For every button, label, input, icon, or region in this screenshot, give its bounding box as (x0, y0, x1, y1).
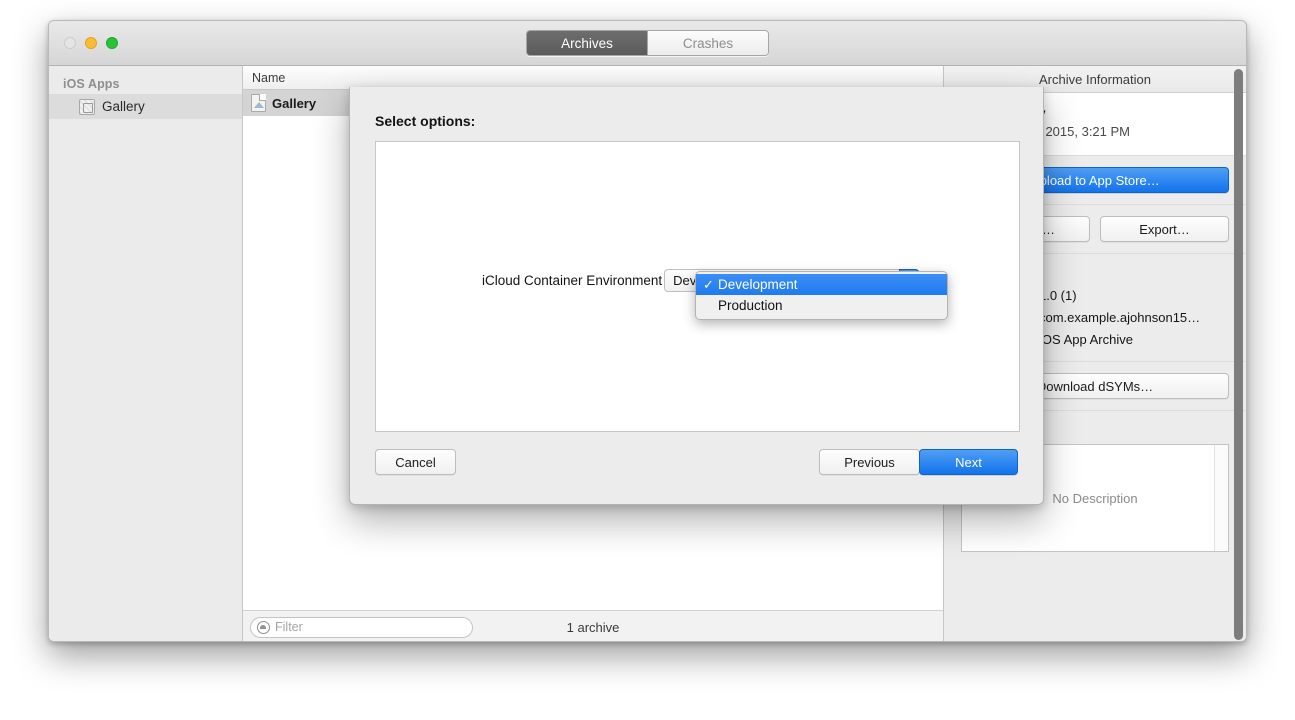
menu-item-label: Production (718, 298, 783, 313)
sheet-title: Select options: (350, 87, 1043, 129)
export-button[interactable]: Export… (1100, 216, 1229, 242)
sidebar-item-gallery[interactable]: Gallery (49, 94, 242, 119)
sidebar-item-label: Gallery (102, 99, 145, 114)
sidebar: iOS Apps Gallery (49, 66, 243, 642)
window-titlebar: Archives Crashes (49, 21, 1246, 66)
column-header-name: Name (252, 71, 285, 85)
description-empty-label: No Description (1052, 491, 1137, 506)
checkmark-icon: ✓ (703, 277, 718, 293)
maximize-button[interactable] (106, 37, 118, 49)
inspector-title: Archive Information (1039, 72, 1151, 87)
next-button[interactable]: Next (919, 449, 1018, 475)
description-scrollbar[interactable] (1214, 445, 1228, 551)
cancel-button[interactable]: Cancel (375, 449, 456, 475)
organizer-window: Archives Crashes iOS Apps Gallery Name (48, 20, 1247, 642)
archive-list-footer: Filter 1 archive (243, 610, 943, 642)
archive-row-name: Gallery (272, 96, 316, 111)
archive-count-label: 1 archive (243, 620, 943, 635)
minimize-button[interactable] (85, 37, 97, 49)
detail-value: com.example.ajohnson15… (1039, 308, 1200, 328)
detail-value: iOS App Archive (1039, 330, 1133, 350)
inspector-scrollbar-thumb[interactable] (1234, 69, 1243, 640)
app-grid-icon (79, 99, 95, 115)
sidebar-group-ios-apps: iOS Apps (49, 74, 242, 94)
menu-item-development[interactable]: ✓ Development (696, 274, 947, 295)
previous-button[interactable]: Previous (819, 449, 920, 475)
tab-crashes[interactable]: Crashes (647, 31, 768, 55)
icloud-container-environment-menu[interactable]: ✓ Development Production (695, 271, 948, 320)
tab-crashes-label: Crashes (683, 36, 733, 51)
sheet-footer: Cancel Previous Next (350, 432, 1043, 504)
view-segmented-control[interactable]: Archives Crashes (526, 30, 769, 56)
tab-archives[interactable]: Archives (527, 31, 647, 55)
icloud-container-environment-label: iCloud Container Environment (482, 273, 662, 288)
close-button[interactable] (64, 37, 76, 49)
menu-item-production[interactable]: Production (696, 295, 947, 316)
archive-document-icon (251, 94, 266, 112)
inspector-scrollbar[interactable] (1234, 69, 1243, 640)
detail-value: 1.0 (1) (1039, 286, 1077, 306)
menu-item-label: Development (718, 277, 798, 292)
tab-archives-label: Archives (561, 36, 613, 51)
